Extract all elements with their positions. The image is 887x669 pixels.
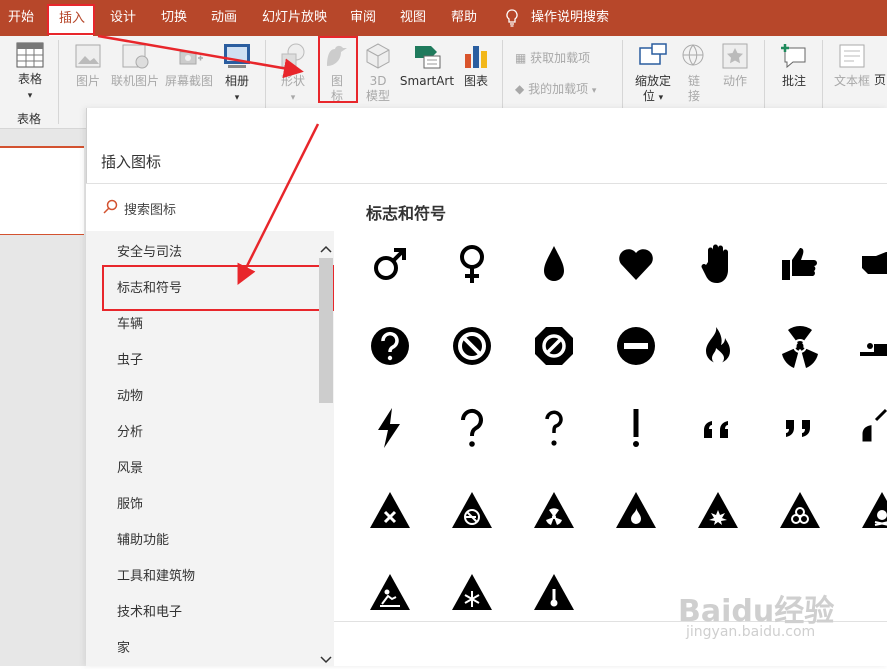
menu-bar: 开始 插入 设计 切换 动画 幻灯片放映 审阅 视图 帮助 操作说明搜索 (0, 0, 887, 36)
category-item[interactable]: 虫子 (117, 349, 143, 368)
store-icon: ▦ (515, 51, 527, 65)
question-circle-icon[interactable] (368, 324, 412, 368)
chart-button[interactable]: 图表 (460, 42, 492, 89)
camera-icon (179, 51, 203, 65)
tab-transitions[interactable]: 切换 (161, 0, 187, 36)
stop-hand-icon[interactable] (696, 242, 740, 286)
lightbulb-icon (505, 9, 519, 30)
search-input[interactable]: 搜索图标 (124, 199, 176, 218)
exclamation-icon[interactable] (614, 406, 658, 450)
category-item[interactable]: 技术和电子 (117, 601, 182, 620)
tab-slideshow[interactable]: 幻灯片放映 (262, 0, 327, 36)
tab-help[interactable]: 帮助 (451, 0, 477, 36)
page-button-partial[interactable]: 页 (873, 73, 887, 88)
picture-icon (75, 44, 101, 68)
textbox-button[interactable]: 文本框 (832, 42, 872, 89)
hand-pointing-icon[interactable] (860, 242, 887, 286)
get-addins-button[interactable]: ▦ 获取加载项 (515, 49, 590, 66)
category-item[interactable]: 服饰 (117, 493, 143, 512)
my-addins-button[interactable]: ◆ 我的加载项 ▾ (515, 80, 596, 97)
table-group-label: 表格 (17, 112, 42, 126)
question-mark-icon[interactable] (450, 406, 494, 450)
open-quote-icon[interactable] (696, 406, 740, 450)
warning-explosion-icon[interactable] (696, 488, 740, 532)
female-symbol-icon[interactable] (450, 242, 494, 286)
close-quote-icon[interactable] (778, 406, 822, 450)
cube-icon (366, 43, 390, 69)
dialog-title: 插入图标 (101, 153, 162, 171)
online-picture-icon (122, 44, 149, 69)
warning-cold-icon[interactable] (450, 570, 494, 614)
category-scrollbar[interactable] (319, 258, 333, 403)
comment-button[interactable]: 批注 (775, 42, 813, 89)
screenshot-button[interactable]: 屏幕截图 (162, 42, 216, 89)
prohibited-circle-icon[interactable] (450, 324, 494, 368)
no-entry-icon[interactable] (614, 324, 658, 368)
add-comment-icon (781, 44, 806, 69)
slide-thumbnail[interactable] (0, 146, 84, 235)
warning-x-icon[interactable] (368, 488, 412, 532)
question-mark-narrow-icon[interactable] (532, 406, 576, 450)
thumbs-up-icon[interactable] (778, 242, 822, 286)
category-item[interactable]: 车辆 (117, 313, 143, 332)
fire-icon[interactable] (696, 324, 740, 368)
warning-slippery-icon[interactable] (368, 570, 412, 614)
album-icon (224, 44, 250, 68)
smartart-icon (415, 46, 441, 69)
tab-animations[interactable]: 动画 (211, 0, 237, 36)
icons-button-highlight (318, 36, 358, 103)
warning-radiation-icon[interactable] (532, 488, 576, 532)
zoom-button[interactable]: 缩放定位 ▾ (630, 42, 676, 106)
heart-icon[interactable] (614, 242, 658, 286)
person-sitting-icon[interactable] (860, 324, 887, 368)
warning-fire-icon[interactable] (614, 488, 658, 532)
globe-link-icon (682, 44, 704, 66)
warning-temperature-icon[interactable] (532, 570, 576, 614)
table-icon (16, 42, 44, 68)
search-icon (102, 199, 118, 218)
tell-me-search[interactable]: 操作说明搜索 (531, 0, 609, 36)
picture-button[interactable]: 图片 (70, 42, 106, 89)
category-item[interactable]: 辅助功能 (117, 529, 169, 548)
prohibited-octagon-icon[interactable] (532, 324, 576, 368)
scroll-down-icon[interactable] (319, 654, 333, 669)
warning-biohazard-icon[interactable] (778, 488, 822, 532)
scroll-up-icon[interactable] (319, 243, 333, 258)
shapes-icon (281, 43, 305, 68)
selected-category-highlight (102, 265, 334, 311)
album-button[interactable]: 相册 ▾ (218, 42, 256, 106)
bar-chart-icon (465, 46, 487, 68)
quote-partial-icon[interactable] (860, 406, 887, 450)
category-item[interactable]: 动物 (117, 385, 143, 404)
zoom-icon (639, 43, 667, 65)
action-button[interactable]: 动作 (718, 42, 752, 89)
tab-design[interactable]: 设计 (110, 0, 136, 36)
lightning-icon[interactable] (368, 406, 412, 450)
table-button[interactable]: 表格 ▾ (10, 42, 50, 104)
warning-poison-icon[interactable] (860, 488, 887, 532)
section-title: 标志和符号 (366, 204, 447, 223)
category-item[interactable]: 安全与司法 (117, 241, 182, 260)
male-symbol-icon[interactable] (368, 242, 412, 286)
tab-home[interactable]: 开始 (8, 0, 34, 36)
category-item[interactable]: 工具和建筑物 (117, 565, 195, 584)
3d-model-button[interactable]: 3D 模型 (360, 42, 396, 104)
star-icon (722, 43, 748, 69)
category-item[interactable]: 风景 (117, 457, 143, 476)
water-drop-icon[interactable] (532, 242, 576, 286)
tab-review[interactable]: 审阅 (350, 0, 376, 36)
category-item[interactable]: 家 (117, 637, 130, 656)
link-button[interactable]: 链接 (678, 42, 710, 104)
baidu-watermark-url: jingyan.baidu.com (686, 624, 816, 640)
tab-view[interactable]: 视图 (400, 0, 426, 36)
radiation-icon[interactable] (778, 324, 822, 368)
online-picture-button[interactable]: 联机图片 (108, 42, 162, 89)
insert-tab-highlight (47, 4, 95, 35)
smartart-button[interactable]: SmartArt (399, 42, 455, 89)
category-item[interactable]: 分析 (117, 421, 143, 440)
warning-no-smoking-icon[interactable] (450, 488, 494, 532)
textbox-icon (839, 44, 865, 68)
addin-icon: ◆ (515, 82, 525, 96)
shapes-button[interactable]: 形状 ▾ (275, 42, 311, 106)
